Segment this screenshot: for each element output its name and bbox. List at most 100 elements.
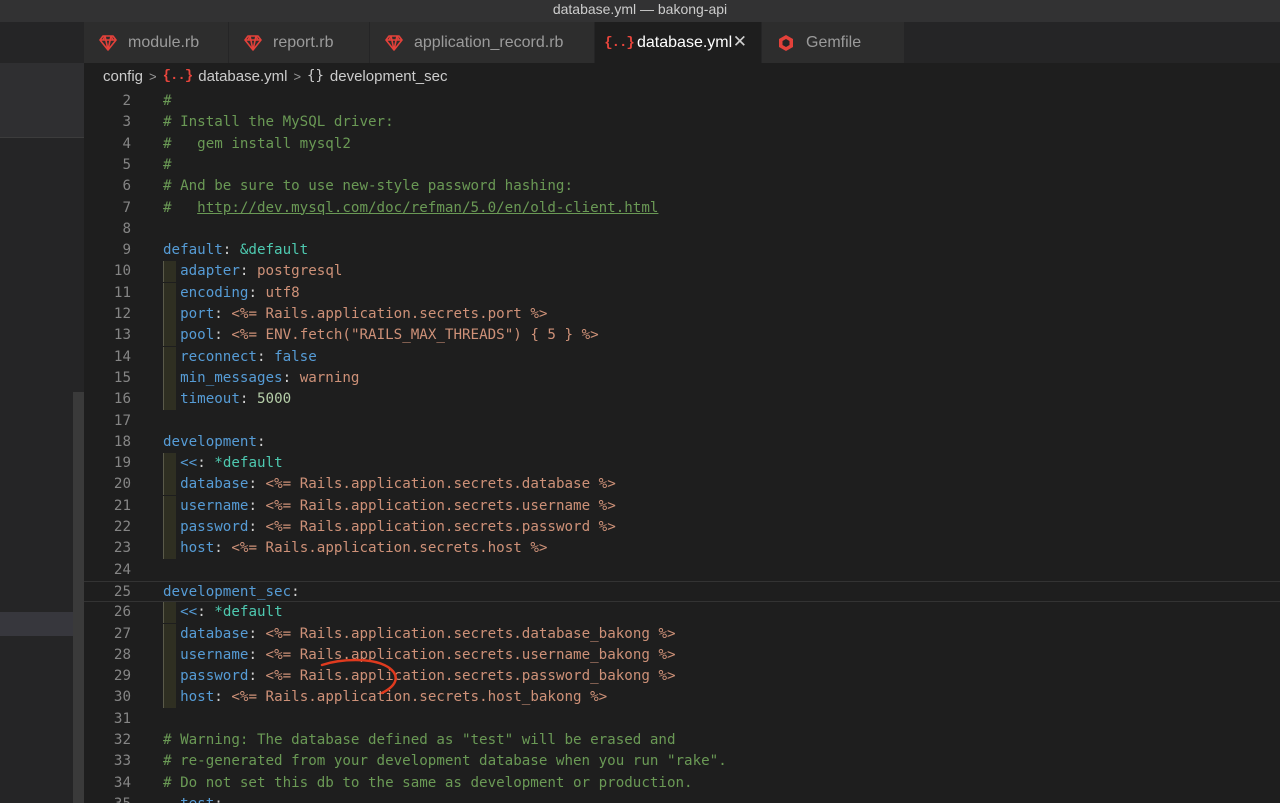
code-line[interactable]: 16 timeout: 5000	[84, 389, 1280, 411]
sidebar-panel	[0, 22, 84, 803]
code-line[interactable]: 11 encoding: utf8	[84, 282, 1280, 304]
code-line[interactable]: 2 #	[84, 91, 1280, 112]
code-line[interactable]: 30 host: <%= Rails.application.secrets.h…	[84, 687, 1280, 709]
line-code: # http://dev.mysql.com/doc/refman/5.0/en…	[163, 198, 658, 219]
tab-report-rb[interactable]: report.rb	[229, 22, 370, 63]
code-token: :	[214, 540, 232, 557]
code-token: :	[248, 476, 266, 493]
code-line[interactable]: 26 <<: *default	[84, 602, 1280, 624]
sidebar-selected-item[interactable]	[0, 612, 84, 636]
code-token: <%= Rails.application.secrets.database %…	[265, 476, 616, 493]
line-number: 21	[113, 497, 131, 514]
line-number: 24	[113, 561, 131, 578]
code-token: :	[248, 497, 266, 514]
line-code: username: <%= Rails.application.secrets.…	[163, 645, 675, 666]
code-line[interactable]: 6 # And be sure to use new-style password…	[84, 176, 1280, 197]
annotation-underline	[320, 658, 397, 695]
line-code: adapter: postgresql	[163, 261, 342, 282]
code-token: :	[248, 646, 266, 663]
line-code: # And be sure to use new-style password …	[163, 176, 573, 197]
code-line[interactable]: 15 min_messages: warning	[84, 367, 1280, 389]
code-line[interactable]: 31	[84, 709, 1280, 730]
code-line[interactable]: 12 port: <%= Rails.application.secrets.p…	[84, 304, 1280, 325]
code-line[interactable]: 9 default: &default	[84, 240, 1280, 261]
breadcrumb-file[interactable]: database.yml	[198, 68, 287, 85]
code-line[interactable]: 29 password: <%= Rails.application.secre…	[84, 666, 1280, 688]
code-token: :	[239, 263, 257, 280]
line-code: username: <%= Rails.application.secrets.…	[163, 496, 616, 517]
chevron-right-icon: >	[149, 68, 157, 84]
code-line[interactable]: 22 password: <%= Rails.application.secre…	[84, 517, 1280, 538]
code-line[interactable]: 28 username: <%= Rails.application.secre…	[84, 644, 1280, 666]
line-number: 27	[113, 625, 131, 642]
tab-application-record-rb[interactable]: application_record.rb	[370, 22, 595, 63]
sidebar-divider	[0, 137, 84, 138]
code-token: warning	[299, 369, 360, 386]
breadcrumb-folder[interactable]: config	[103, 68, 143, 85]
ruby-icon	[243, 33, 263, 53]
line-number: 13	[113, 327, 131, 344]
code-line[interactable]: 4 # gem install mysql2	[84, 134, 1280, 155]
line-code: #	[163, 155, 172, 176]
code-line[interactable]: 10 adapter: postgresql	[84, 261, 1280, 283]
code-line[interactable]: 24	[84, 560, 1280, 581]
code-line[interactable]: 25 development_sec:	[84, 580, 1280, 602]
code-line[interactable]: 8	[84, 219, 1280, 240]
code-line[interactable]: 35 test:	[84, 794, 1280, 803]
ruby-icon	[98, 33, 118, 53]
line-number: 32	[113, 732, 131, 748]
line-code: password: <%= Rails.application.secrets.…	[163, 517, 616, 538]
code-line[interactable]: 3 # Install the MySQL driver:	[84, 112, 1280, 133]
line-code: reconnect: false	[163, 347, 317, 368]
breadcrumb-section[interactable]: development_sec	[330, 68, 448, 85]
code-line[interactable]: 20 database: <%= Rails.application.secre…	[84, 474, 1280, 496]
tab-database-yml[interactable]: {..} database.yml ✕	[595, 22, 762, 63]
code-line[interactable]: 23 host: <%= Rails.application.secrets.h…	[84, 538, 1280, 560]
code-editor[interactable]: 2 #3 # Install the MySQL driver: 4 # gem ins…	[84, 89, 1280, 803]
line-code: pool: <%= ENV.fetch("RAILS_MAX_THREADS")…	[163, 325, 599, 346]
code-token: :	[214, 306, 232, 322]
code-line[interactable]: 5 #	[84, 155, 1280, 176]
code-line[interactable]: 21 username: <%= Rails.application.secre…	[84, 495, 1280, 517]
code-line[interactable]: 14 reconnect: false	[84, 346, 1280, 368]
code-line[interactable]: 27 database: <%= Rails.application.secre…	[84, 623, 1280, 645]
line-code: development:	[163, 432, 266, 453]
code-token: #	[163, 199, 198, 216]
code-token: *default	[214, 455, 283, 472]
code-token: :	[248, 625, 266, 642]
line-code: #	[163, 91, 172, 112]
code-line[interactable]: 13 pool: <%= ENV.fetch("RAILS_MAX_THREAD…	[84, 325, 1280, 347]
code-line[interactable]: 7 # http://dev.mysql.com/doc/refman/5.0/e…	[84, 198, 1280, 219]
code-line[interactable]: 17	[84, 411, 1280, 432]
code-token: <%= ENV.fetch("RAILS_MAX_THREADS") { 5 }…	[231, 327, 599, 344]
code-token: # re-generated from your development dat…	[163, 753, 727, 770]
line-code: host: <%= Rails.application.secrets.host…	[163, 538, 547, 559]
tab-label: module.rb	[128, 33, 200, 51]
code-token: 5000	[256, 391, 292, 408]
sidebar-scrollbar[interactable]	[73, 392, 84, 803]
code-token: false	[274, 348, 317, 365]
code-token: :	[256, 348, 275, 365]
code-line[interactable]: 19 <<: *default	[84, 453, 1280, 475]
chevron-right-icon: >	[293, 68, 302, 84]
close-icon[interactable]: ✕	[733, 32, 747, 52]
code-token: :	[239, 391, 257, 408]
code-line[interactable]: 18 development:	[84, 432, 1280, 453]
line-code: test:	[163, 794, 223, 803]
tab-module-rb[interactable]: module.rb	[84, 22, 229, 63]
line-code: # gem install mysql2	[163, 134, 351, 155]
ruby-icon	[384, 33, 404, 53]
code-token: host	[180, 689, 215, 706]
code-line[interactable]: 32 # Warning: The database defined as "te…	[84, 730, 1280, 751]
line-number: 26	[113, 604, 131, 621]
line-number: 17	[113, 412, 131, 429]
code-token: password	[180, 668, 249, 685]
code-token: development	[163, 433, 257, 450]
tab-gemfile[interactable]: Gemfile	[762, 22, 905, 63]
code-line[interactable]: 34 # Do not set this db to the same as de…	[84, 773, 1280, 794]
code-line[interactable]: 33 # re-generated from your development d…	[84, 751, 1280, 772]
